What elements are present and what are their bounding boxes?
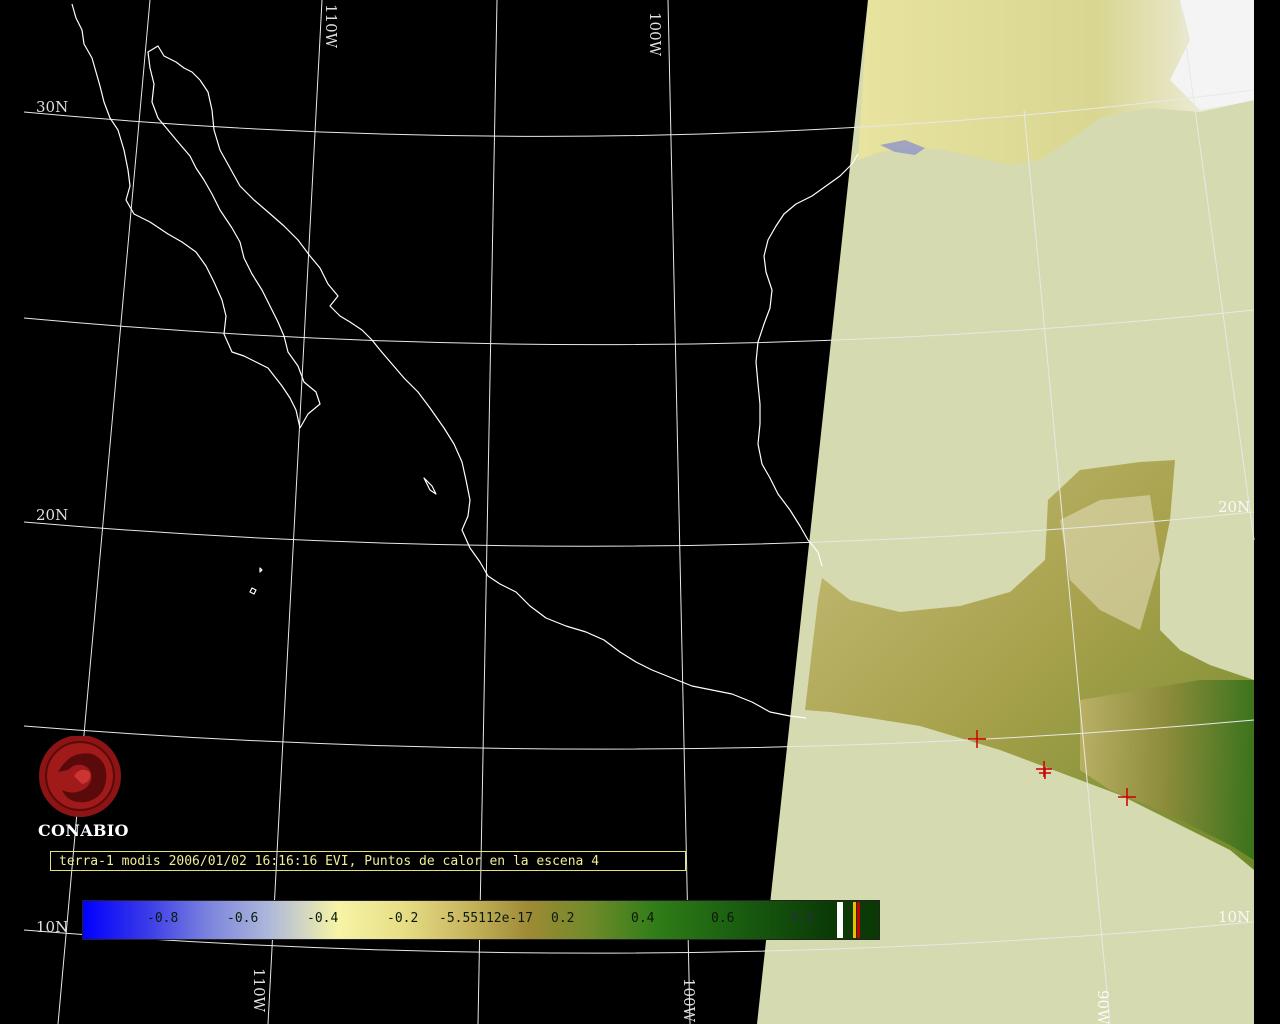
conabio-logo: [39, 736, 121, 817]
coastlines: [71, 3, 859, 719]
label-lon-100w-top: 100W: [646, 12, 664, 57]
evi-colorbar: -0.8 -0.6 -0.4 -0.2 -5.55112e-17 0.2 0.4…: [82, 900, 880, 940]
label-lat-20n: 20N: [36, 506, 68, 524]
colorbar-tick: -5.55112e-17: [439, 911, 533, 926]
conabio-logo-text: CONABIO: [38, 821, 129, 840]
coast-gulf-california-east: [199, 79, 381, 351]
coast-baja-west: [71, 3, 301, 429]
colorbar-stripe-red: [857, 902, 860, 938]
coast-islands-3: [259, 567, 263, 573]
colorbar-tick: -0.2: [387, 911, 419, 926]
colorbar-tick: 0.4: [631, 911, 655, 926]
colorbar-tick: -0.4: [307, 911, 339, 926]
label-lat-30n: 30N: [36, 98, 68, 116]
coast-islands-2: [249, 587, 257, 595]
label-lat-20n-right: 20N: [1218, 498, 1250, 516]
label-lon-90w-bottom: 90W: [1094, 990, 1112, 1024]
scene-caption: terra-1 modis 2006/01/02 16:16:16 EVI, P…: [50, 851, 686, 871]
colorbar-tick: 0.2: [551, 911, 575, 926]
label-lat-10n-right: 10N: [1218, 908, 1250, 926]
colorbar-stripe-white: [837, 902, 843, 938]
colorbar-tick: 0.8: [791, 911, 815, 926]
label-lon-110w-bottom: 110W: [250, 968, 268, 1013]
colorbar-stripe-yellow: [853, 902, 856, 938]
coast-islands-1: [423, 477, 437, 495]
label-lon-100w-bottom: 100W: [680, 978, 698, 1023]
coast-mexico-pacific: [379, 349, 807, 719]
colorbar-tick: -0.8: [147, 911, 179, 926]
colorbar-tick: -0.6: [227, 911, 259, 926]
colorbar-tick: 0.6: [711, 911, 735, 926]
label-lat-10n: 10N: [36, 918, 68, 936]
label-lon-110w-top: 110W: [322, 4, 340, 49]
